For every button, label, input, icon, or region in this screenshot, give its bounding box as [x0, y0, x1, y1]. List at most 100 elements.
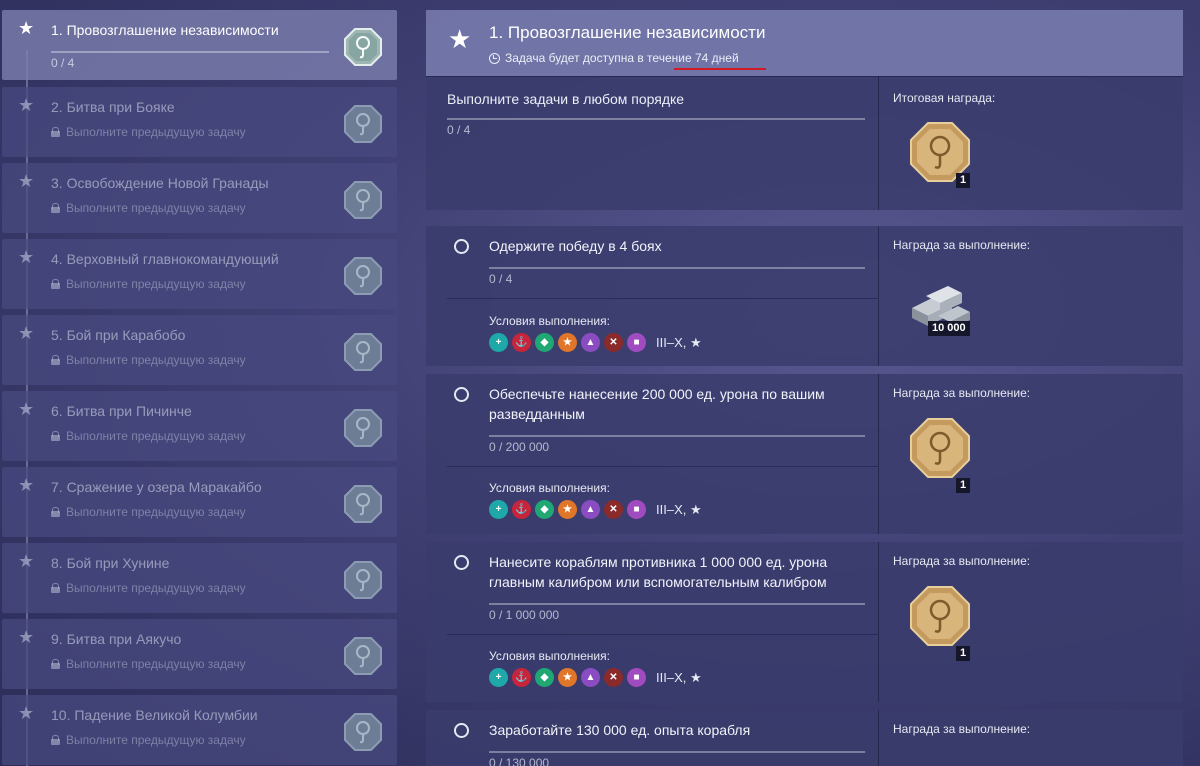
reward-quantity: 1 [956, 646, 971, 661]
star-icon: ★ [18, 475, 35, 495]
locked-hint-text: Выполните предыдущую задачу [66, 505, 246, 519]
excluded-class-icon[interactable]: ✕ [604, 333, 623, 352]
progress-bar [489, 751, 865, 753]
highlight-underline [674, 68, 766, 70]
instruction-text: Выполните задачи в любом порядке [447, 91, 685, 107]
star-icon: ★ [18, 18, 35, 38]
mission-summary-panel: ★ 1. Провозглашение независимости Задача… [426, 10, 1183, 210]
cruiser-class-icon[interactable]: ⚓ [512, 333, 531, 352]
star-icon: ★ [18, 399, 35, 419]
progress-count: 0 / 1 000 000 [489, 608, 560, 622]
sidebar-item-8[interactable]: ★ 8. Бой при Хунине Выполните предыдущую… [2, 543, 397, 613]
locked-hint: Выполните предыдущую задачу [51, 429, 246, 443]
lock-icon [51, 279, 60, 289]
sidebar-item-title: 7. Сражение у озера Маракайбо [51, 479, 262, 495]
cruiser-class-icon[interactable]: ⚓ [512, 500, 531, 519]
progress-count: 0 / 4 [447, 123, 471, 137]
lock-icon [51, 203, 60, 213]
locked-hint: Выполните предыдущую задачу [51, 657, 246, 671]
submarine-class-icon[interactable]: ▲ [581, 668, 600, 687]
vehicle-class-icon[interactable]: ■ [627, 333, 646, 352]
sidebar-item-2[interactable]: ★ 2. Битва при Бояке Выполните предыдущу… [2, 87, 397, 157]
battleship-class-icon[interactable]: ◆ [535, 668, 554, 687]
excluded-class-icon[interactable]: ✕ [604, 500, 623, 519]
progress-bar [51, 51, 329, 53]
reward-label: Награда за выполнение: [893, 386, 1031, 400]
sidebar-item-title: 1. Провозглашение независимости [51, 22, 279, 38]
lock-icon [51, 431, 60, 441]
progress-count: 0 / 130 000 [489, 756, 550, 766]
mission-header: ★ 1. Провозглашение независимости Задача… [426, 10, 1183, 76]
star-icon: ★ [18, 627, 35, 647]
task-title: Заработайте 130 000 ед. опыта корабля [489, 722, 751, 738]
locked-hint: Выполните предыдущую задачу [51, 505, 246, 519]
final-reward-label: Итоговая награда: [893, 91, 996, 105]
destroyer-class-icon[interactable]: + [489, 333, 508, 352]
mission-badge-icon [344, 105, 382, 143]
reward-quantity: 1 [956, 173, 971, 188]
divider [447, 298, 878, 299]
sidebar-item-title: 9. Битва при Аякучо [51, 631, 182, 647]
vehicle-class-icon[interactable]: ■ [627, 668, 646, 687]
excluded-class-icon[interactable]: ✕ [604, 668, 623, 687]
sidebar-item-10[interactable]: ★ 10. Падение Великой Колумбии Выполните… [2, 695, 397, 765]
divider [878, 374, 879, 534]
divider [878, 542, 879, 702]
task-status-radio[interactable] [454, 555, 469, 570]
mission-badge-icon [344, 333, 382, 371]
sidebar-item-title: 4. Верховный главнокомандующий [51, 251, 279, 267]
locked-hint: Выполните предыдущую задачу [51, 733, 246, 747]
divider [878, 710, 879, 766]
mission-badge-icon [344, 257, 382, 295]
sidebar-item-1[interactable]: ★ 1. Провозглашение независимости 0 / 4 [2, 10, 397, 80]
carrier-class-icon[interactable]: ★ [558, 500, 577, 519]
vehicle-class-icon[interactable]: ■ [627, 500, 646, 519]
mission-sidebar: ★ 1. Провозглашение независимости 0 / 4 … [0, 10, 398, 766]
battleship-class-icon[interactable]: ◆ [535, 500, 554, 519]
submarine-class-icon[interactable]: ▲ [581, 500, 600, 519]
locked-hint-text: Выполните предыдущую задачу [66, 581, 246, 595]
lock-icon [51, 583, 60, 593]
locked-hint-text: Выполните предыдущую задачу [66, 201, 246, 215]
conditions-row: + ⚓ ◆ ★ ▲ ✕ ■ III–X, ★ [489, 500, 702, 519]
divider [447, 466, 878, 467]
sidebar-item-6[interactable]: ★ 6. Битва при Пичинче Выполните предыду… [2, 391, 397, 461]
destroyer-class-icon[interactable]: + [489, 500, 508, 519]
locked-hint-text: Выполните предыдущую задачу [66, 733, 246, 747]
token-coin-icon [910, 418, 970, 478]
task-card[interactable]: Обеспечьте нанесение 200 000 ед. урона п… [426, 374, 1183, 534]
conditions-label: Условия выполнения: [489, 649, 610, 663]
carrier-class-icon[interactable]: ★ [558, 668, 577, 687]
task-title: Обеспечьте нанесение 200 000 ед. урона п… [489, 386, 825, 422]
battleship-class-icon[interactable]: ◆ [535, 333, 554, 352]
task-card[interactable]: Заработайте 130 000 ед. опыта корабля 0 … [426, 710, 1183, 766]
reward-quantity: 10 000 [928, 321, 970, 336]
tier-range: III–X, ★ [656, 501, 702, 517]
cruiser-class-icon[interactable]: ⚓ [512, 668, 531, 687]
star-icon: ★ [18, 171, 35, 191]
task-card[interactable]: Одержите победу в 4 боях 0 / 4 Условия в… [426, 226, 1183, 366]
carrier-class-icon[interactable]: ★ [558, 333, 577, 352]
sidebar-item-4[interactable]: ★ 4. Верховный главнокомандующий Выполни… [2, 239, 397, 309]
locked-hint: Выполните предыдущую задачу [51, 277, 246, 291]
task-status-radio[interactable] [454, 723, 469, 738]
sidebar-item-3[interactable]: ★ 3. Освобождение Новой Гранады Выполнит… [2, 163, 397, 233]
lock-icon [51, 735, 60, 745]
task-status-radio[interactable] [454, 239, 469, 254]
mission-badge-icon [344, 409, 382, 447]
locked-hint-text: Выполните предыдущую задачу [66, 125, 246, 139]
availability-label: Задача будет доступна в течение 74 дней [505, 51, 739, 65]
sidebar-item-7[interactable]: ★ 7. Сражение у озера Маракайбо Выполнит… [2, 467, 397, 537]
progress-count: 0 / 4 [51, 56, 75, 70]
lock-icon [51, 127, 60, 137]
sidebar-item-title: 10. Падение Великой Колумбии [51, 707, 258, 723]
progress-bar [447, 118, 865, 120]
sidebar-item-title: 5. Бой при Карабобо [51, 327, 186, 343]
task-status-radio[interactable] [454, 387, 469, 402]
destroyer-class-icon[interactable]: + [489, 668, 508, 687]
sidebar-item-9[interactable]: ★ 9. Битва при Аякучо Выполните предыдущ… [2, 619, 397, 689]
submarine-class-icon[interactable]: ▲ [581, 333, 600, 352]
task-card[interactable]: Нанесите кораблям противника 1 000 000 е… [426, 542, 1183, 702]
mission-badge-icon [344, 637, 382, 675]
sidebar-item-5[interactable]: ★ 5. Бой при Карабобо Выполните предыдущ… [2, 315, 397, 385]
